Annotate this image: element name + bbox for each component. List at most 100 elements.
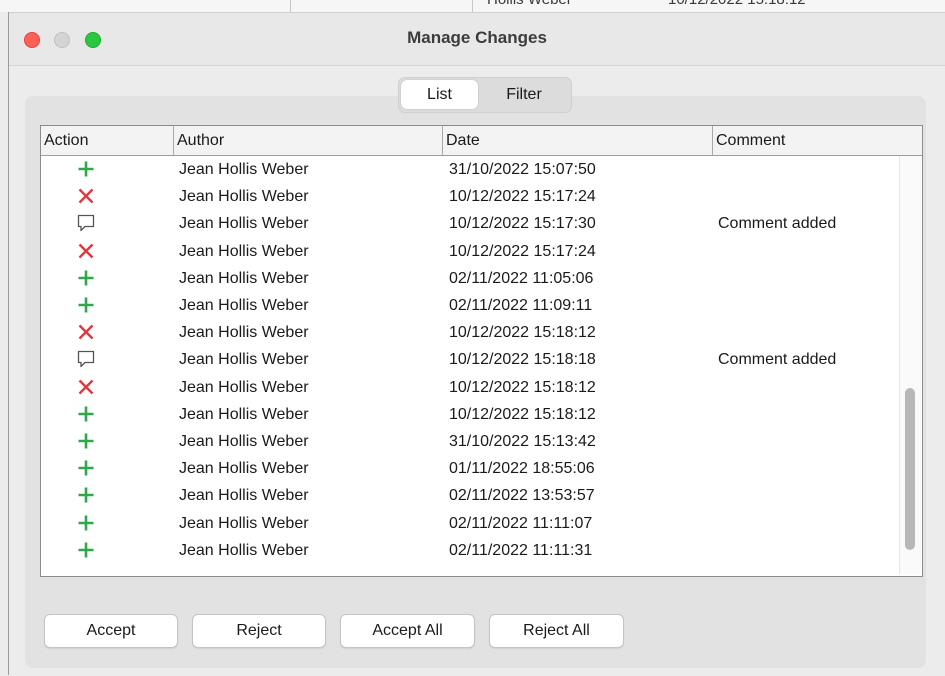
date-cell: 02/11/2022 13:53:57: [449, 487, 595, 505]
comment-cell: Comment added: [718, 351, 837, 369]
insert-icon-glyph: [78, 270, 94, 286]
delete-icon-glyph: [78, 188, 94, 204]
table-row[interactable]: Jean Hollis Weber 10/12/2022 15:18:12: [41, 374, 896, 401]
delete-icon: [75, 238, 97, 265]
table-row[interactable]: Jean Hollis Weber 31/10/2022 15:07:50: [41, 156, 896, 183]
reject-all-button[interactable]: Reject All: [489, 614, 624, 648]
insert-icon-glyph: [78, 487, 94, 503]
insert-icon-glyph: [78, 161, 94, 177]
insert-icon: [75, 292, 97, 319]
delete-icon: [75, 319, 97, 346]
view-tabs: List Filter: [398, 77, 572, 113]
date-cell: 02/11/2022 11:09:11: [449, 297, 593, 314]
background-author-text: Hollis Weber: [487, 0, 572, 8]
date-cell: 02/11/2022 11:11:07: [449, 514, 593, 532]
insert-icon: [75, 401, 97, 428]
table-row[interactable]: Jean Hollis Weber 10/12/2022 15:18:12: [41, 319, 896, 346]
insert-icon-glyph: [78, 460, 94, 476]
column-header-date[interactable]: Date: [443, 126, 713, 155]
table-row[interactable]: Jean Hollis Weber 02/11/2022 11:05:06: [41, 265, 896, 292]
table-body: Jean Hollis Weber 31/10/2022 15:07:50 Jean…: [41, 156, 896, 574]
date-cell: 10/12/2022 15:18:12: [449, 378, 596, 396]
accept-button[interactable]: Accept: [44, 614, 178, 648]
background-column-divider: [290, 0, 291, 12]
table-row[interactable]: Jean Hollis Weber 01/11/2022 18:55:06: [41, 455, 896, 482]
comment-icon-glyph: [77, 351, 95, 368]
insert-icon: [75, 455, 97, 482]
vertical-scrollbar[interactable]: [899, 156, 921, 574]
date-cell: 10/12/2022 15:18:12: [449, 405, 596, 423]
author-cell: Jean Hollis Weber: [179, 269, 309, 287]
column-header-action[interactable]: Action: [41, 126, 174, 155]
date-cell: 10/12/2022 15:17:24: [449, 188, 596, 206]
comment-icon-glyph: [77, 215, 95, 232]
reject-button[interactable]: Reject: [192, 614, 326, 648]
author-cell: Jean Hollis Weber: [179, 487, 309, 505]
insert-icon-glyph: [78, 433, 94, 449]
background-date-text: 10/12/2022 15:18:12: [668, 0, 806, 8]
author-cell: Jean Hollis Weber: [179, 433, 309, 450]
author-cell: Jean Hollis Weber: [179, 188, 309, 206]
insert-icon: [75, 537, 97, 564]
table-row[interactable]: Jean Hollis Weber 02/11/2022 11:11:31: [41, 537, 896, 564]
insert-icon: [75, 482, 97, 509]
table-row[interactable]: Jean Hollis Weber 10/12/2022 15:17:30 Comm…: [41, 210, 896, 237]
delete-icon: [75, 183, 97, 210]
date-cell: 02/11/2022 11:11:31: [449, 541, 593, 559]
author-cell: Jean Hollis Weber: [179, 460, 309, 478]
insert-icon: [75, 510, 97, 537]
insert-icon-glyph: [78, 297, 94, 313]
column-header-author[interactable]: Author: [174, 126, 443, 155]
tab-filter[interactable]: Filter: [481, 80, 567, 109]
author-cell: Jean Hollis Weber: [179, 161, 309, 178]
author-cell: Jean Hollis Weber: [179, 405, 309, 423]
author-cell: Jean Hollis Weber: [179, 242, 309, 260]
delete-icon-glyph: [78, 324, 94, 340]
table-row[interactable]: Jean Hollis Weber 02/11/2022 11:09:11: [41, 292, 896, 319]
table-row[interactable]: Jean Hollis Weber 02/11/2022 11:11:07: [41, 510, 896, 537]
date-cell: 31/10/2022 15:13:42: [449, 433, 596, 450]
author-cell: Jean Hollis Weber: [179, 541, 309, 559]
table-row[interactable]: Jean Hollis Weber 10/12/2022 15:17:24: [41, 183, 896, 210]
changes-table: Action Author Date Comment Jean Hollis W…: [40, 125, 923, 577]
date-cell: 10/12/2022 15:17:24: [449, 242, 596, 260]
author-cell: Jean Hollis Weber: [179, 351, 309, 369]
delete-icon-glyph: [78, 243, 94, 258]
table-header: Action Author Date Comment: [41, 126, 922, 156]
background-column-divider: [472, 0, 473, 12]
date-cell: 10/12/2022 15:17:30: [449, 215, 596, 233]
column-header-comment[interactable]: Comment: [713, 126, 922, 155]
author-cell: Jean Hollis Weber: [179, 297, 309, 314]
table-row[interactable]: Jean Hollis Weber 10/12/2022 15:18:12: [41, 401, 896, 428]
insert-icon-glyph: [78, 542, 94, 558]
insert-icon-glyph: [78, 515, 94, 531]
insert-icon: [75, 156, 97, 183]
manage-changes-dialog: Manage Changes List Filter Action Author…: [9, 12, 945, 676]
comment-icon: [75, 346, 97, 373]
author-cell: Jean Hollis Weber: [179, 378, 309, 396]
insert-icon: [75, 428, 97, 455]
title-bar: Manage Changes: [9, 13, 945, 66]
author-cell: Jean Hollis Weber: [179, 215, 309, 233]
insert-icon-glyph: [78, 406, 94, 422]
table-row[interactable]: Jean Hollis Weber 02/11/2022 13:53:57: [41, 482, 896, 509]
comment-icon: [75, 210, 97, 237]
date-cell: 31/10/2022 15:07:50: [449, 161, 596, 178]
table-row[interactable]: Jean Hollis Weber 10/12/2022 15:18:18 Comm…: [41, 346, 896, 373]
table-row[interactable]: Jean Hollis Weber 10/12/2022 15:17:24: [41, 238, 896, 265]
table-row[interactable]: Jean Hollis Weber 31/10/2022 15:13:42: [41, 428, 896, 455]
author-cell: Jean Hollis Weber: [179, 324, 309, 342]
accept-all-button[interactable]: Accept All: [340, 614, 475, 648]
date-cell: 01/11/2022 18:55:06: [449, 460, 595, 478]
delete-icon: [75, 374, 97, 401]
scrollbar-thumb[interactable]: [905, 388, 915, 550]
author-cell: Jean Hollis Weber: [179, 514, 309, 532]
background-document-strip: Hollis Weber 10/12/2022 15:18:12: [0, 0, 945, 12]
insert-icon: [75, 265, 97, 292]
date-cell: 10/12/2022 15:18:18: [449, 351, 596, 369]
delete-icon-glyph: [78, 379, 94, 394]
comment-cell: Comment added: [718, 215, 837, 233]
date-cell: 10/12/2022 15:18:12: [449, 324, 596, 342]
dialog-title: Manage Changes: [407, 28, 547, 47]
tab-list[interactable]: List: [401, 80, 478, 109]
